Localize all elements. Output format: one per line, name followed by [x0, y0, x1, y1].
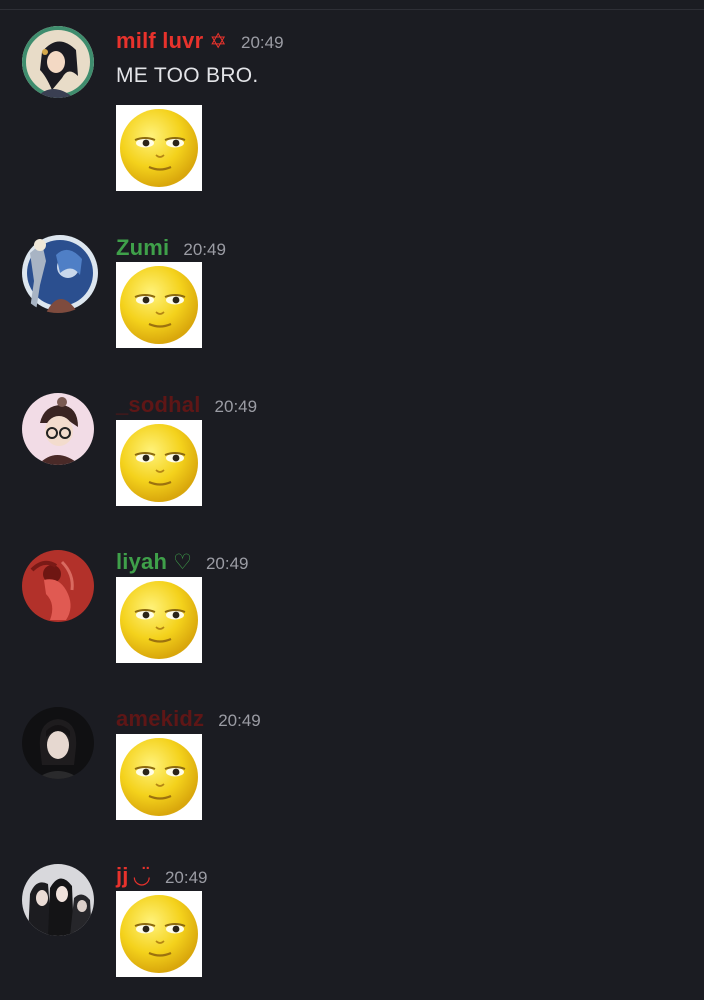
- avatar-image-red-dress: [22, 550, 94, 622]
- timestamp: 20:49: [164, 868, 208, 887]
- message-header: _sodhal 20:49: [116, 392, 257, 418]
- moon-face-emoji-icon[interactable]: [116, 420, 202, 506]
- moon-face-graphic: [120, 581, 198, 659]
- avatar-image-portrait: [22, 707, 94, 779]
- channel-divider: [0, 9, 704, 10]
- avatar[interactable]: [22, 550, 94, 622]
- moon-face-graphic: [120, 424, 198, 502]
- moon-face-graphic: [120, 738, 198, 816]
- avatar-image-anime-girl: [22, 26, 94, 98]
- message-header: milf luvr ✡ 20:49: [116, 28, 284, 54]
- username[interactable]: _sodhal: [116, 392, 201, 418]
- moon-face-emoji-icon[interactable]: [116, 577, 202, 663]
- moon-face-graphic: [120, 895, 198, 973]
- moon-face-graphic: [120, 109, 198, 187]
- message-header: Zumi 20:49: [116, 235, 226, 261]
- avatar[interactable]: [16, 233, 100, 313]
- avatar-image-anime-duo: [22, 235, 98, 313]
- avatar[interactable]: [22, 864, 94, 936]
- timestamp: 20:49: [183, 240, 226, 259]
- avatar-image-sketch-character: [22, 393, 94, 465]
- moon-face-graphic: [120, 266, 198, 344]
- avatar[interactable]: [22, 393, 94, 465]
- timestamp: 20:49: [218, 711, 261, 730]
- message-text: ME TOO BRO.: [116, 64, 259, 87]
- moon-face-emoji-icon[interactable]: [116, 734, 202, 820]
- username[interactable]: milf luvr: [116, 28, 203, 54]
- moon-face-emoji-icon[interactable]: [116, 891, 202, 977]
- moon-face-emoji-icon[interactable]: [116, 105, 202, 191]
- avatar-image-group: [22, 864, 94, 936]
- username[interactable]: amekidz: [116, 706, 204, 732]
- message-header: amekidz 20:49: [116, 706, 261, 732]
- message-header: liyah ♡ 20:49: [116, 549, 249, 575]
- star-icon: ✡: [209, 30, 227, 53]
- timestamp: 20:49: [240, 33, 284, 52]
- avatar[interactable]: [22, 26, 94, 98]
- username[interactable]: liyah: [116, 549, 167, 575]
- moon-face-emoji-icon[interactable]: [116, 262, 202, 348]
- username[interactable]: jj: [116, 863, 129, 889]
- timestamp: 20:49: [205, 554, 249, 573]
- avatar[interactable]: [22, 707, 94, 779]
- timestamp: 20:49: [214, 397, 258, 416]
- message-header: jj ◡̈ 20:49: [116, 863, 208, 889]
- smile-icon: ◡̈: [132, 865, 151, 888]
- heart-icon: ♡: [173, 551, 192, 574]
- username[interactable]: Zumi: [116, 235, 169, 261]
